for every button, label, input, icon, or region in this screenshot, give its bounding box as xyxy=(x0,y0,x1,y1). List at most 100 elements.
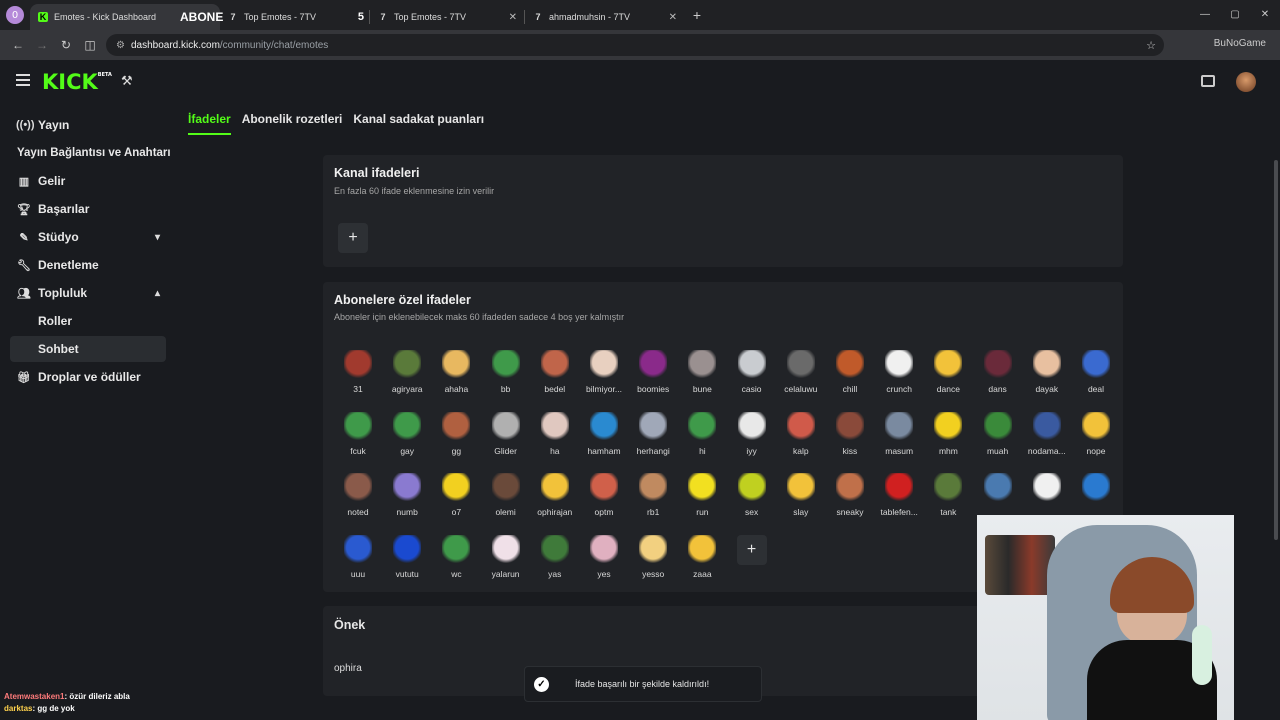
add-sub-emote-button[interactable]: + xyxy=(736,534,767,565)
emote-item[interactable]: fcuk xyxy=(338,411,378,468)
chevron-down-icon[interactable]: ▾ xyxy=(155,232,160,243)
emote-item[interactable]: crunch xyxy=(879,350,919,406)
emote-item[interactable]: masum xyxy=(879,411,919,468)
emote-item[interactable]: wc xyxy=(436,534,476,591)
emote-item[interactable]: optm xyxy=(584,473,624,529)
profile-avatar[interactable]: 0 xyxy=(6,6,24,24)
sidebar-item-yayin[interactable]: ((•)) Yayın xyxy=(10,112,166,138)
sidebar-item-denetleme[interactable]: 🔧︎ Denetleme xyxy=(10,252,166,278)
emote-item[interactable]: o7 xyxy=(436,473,476,529)
emote-item[interactable]: bedel xyxy=(535,350,575,406)
emote-item[interactable]: Glider xyxy=(486,411,526,468)
emote-item[interactable]: run xyxy=(682,473,722,529)
prefix-input[interactable]: ophira xyxy=(334,663,362,674)
maximize-icon[interactable]: ▢ xyxy=(1220,0,1250,30)
emote-item[interactable]: ophirajan xyxy=(535,473,575,529)
emote-item[interactable]: olemi xyxy=(486,473,526,529)
emote-item[interactable]: vututu xyxy=(387,534,427,591)
emote-item[interactable]: slay xyxy=(781,473,821,529)
tab-kanal-sadakat[interactable]: Kanal sadakat puanları xyxy=(353,112,484,135)
extension-label[interactable]: BuNoGame xyxy=(1214,38,1266,49)
emote-item[interactable]: chill xyxy=(830,350,870,406)
emote-item[interactable]: gay xyxy=(387,411,427,468)
emote-item[interactable]: bilmiyor... xyxy=(584,350,624,406)
close-icon[interactable]: ✕ xyxy=(669,12,677,23)
emote-item[interactable]: nope xyxy=(1076,411,1116,468)
forward-icon[interactable]: → xyxy=(30,38,54,52)
emote-item[interactable]: dance xyxy=(928,350,968,406)
tab-abonelik-rozetleri[interactable]: Abonelik rozetleri xyxy=(242,112,343,135)
bookmark-star-icon[interactable]: ☆ xyxy=(1146,39,1156,52)
emote-item[interactable]: agiryara xyxy=(387,350,427,406)
emote-item[interactable]: zaaa xyxy=(682,534,722,591)
emote-item[interactable]: yas xyxy=(535,534,575,591)
sidebar-item-basarilar[interactable]: 🏆︎ Başarılar xyxy=(10,196,166,222)
site-info-icon[interactable]: ⚙ xyxy=(116,40,125,51)
stream-preview-icon[interactable] xyxy=(1201,75,1215,87)
emote-item[interactable]: celaluwu xyxy=(781,350,821,406)
emote-item[interactable]: yesso xyxy=(633,534,673,591)
emote-item[interactable]: kalp xyxy=(781,411,821,468)
logo-text: KICK xyxy=(42,70,98,94)
emote-item[interactable]: iyy xyxy=(732,411,772,468)
reload-icon[interactable]: ↻ xyxy=(54,38,78,52)
emote-item[interactable]: yalarun xyxy=(486,534,526,591)
sidebar-item-droplar[interactable]: 🎁︎ Droplar ve ödüller xyxy=(10,364,166,390)
emote-item[interactable]: dayak xyxy=(1027,350,1067,406)
kick-logo[interactable]: KICKBETA xyxy=(42,70,112,94)
sidebar-item-topluluk[interactable]: 👥︎ Topluluk ▴ xyxy=(10,280,166,306)
emote-item[interactable]: bb xyxy=(486,350,526,406)
sidebar-toggle-icon[interactable]: ◫ xyxy=(78,38,102,52)
emote-item[interactable]: herhangi xyxy=(633,411,673,468)
emote-name: hi xyxy=(699,445,706,456)
emote-item[interactable]: kiss xyxy=(830,411,870,468)
sidebar-item-stream-key[interactable]: Yayın Bağlantısı ve Anahtarı xyxy=(10,140,180,166)
tab-7tv-2[interactable]: 7 Top Emotes - 7TV ✕ xyxy=(370,4,525,30)
emote-item[interactable]: 31 xyxy=(338,350,378,406)
emote-item[interactable]: gg xyxy=(436,411,476,468)
emote-item[interactable]: rb1 xyxy=(633,473,673,529)
emote-item[interactable]: casio xyxy=(732,350,772,406)
sidebar-item-studyo[interactable]: ✎ Stüdyo ▾ xyxy=(10,224,166,250)
emote-item[interactable]: hi xyxy=(682,411,722,468)
emote-item[interactable]: numb xyxy=(387,473,427,529)
chevron-up-icon[interactable]: ▴ xyxy=(155,288,160,299)
add-channel-emote-button[interactable]: + xyxy=(338,223,368,253)
emote-name: numb xyxy=(396,507,418,517)
emote-item[interactable]: tablefen... xyxy=(879,473,919,529)
emote-item[interactable]: sex xyxy=(732,473,772,529)
emote-item[interactable]: nodama... xyxy=(1027,411,1067,468)
emote-item[interactable]: tank xyxy=(928,473,968,529)
tab-ifadeler[interactable]: İfadeler xyxy=(188,112,231,135)
emote-item[interactable]: yes xyxy=(584,534,624,591)
close-icon[interactable]: ✕ xyxy=(509,12,517,23)
tab-7tv-3[interactable]: 7 ahmadmuhsin - 7TV ✕ xyxy=(525,4,685,30)
hammer-icon[interactable]: ⚒ xyxy=(121,73,133,89)
emote-item[interactable]: muah xyxy=(978,411,1018,468)
emote-item[interactable]: ha xyxy=(535,411,575,468)
tab-7tv-1[interactable]: 7 Top Emotes - 7TV ABONE 5 xyxy=(180,4,370,30)
sidebar-item-gelir[interactable]: ▥ Gelir xyxy=(10,168,166,194)
back-icon[interactable]: ← xyxy=(6,38,30,52)
page-scrollbar[interactable] xyxy=(1272,104,1280,720)
success-toast: ✓ İfade başarılı bir şekilde kaldırıldı! xyxy=(524,666,762,702)
emote-item[interactable]: boomies xyxy=(633,350,673,406)
sidebar-item-roller[interactable]: Roller xyxy=(10,308,166,334)
new-tab-button[interactable]: + xyxy=(685,7,709,23)
emote-item[interactable]: sneaky xyxy=(830,473,870,529)
emote-item[interactable]: noted xyxy=(338,473,378,529)
emote-item[interactable]: hamham xyxy=(584,411,624,468)
scrollbar-thumb[interactable] xyxy=(1274,160,1278,540)
user-avatar[interactable] xyxy=(1236,72,1256,92)
emote-item[interactable]: dans xyxy=(978,350,1018,406)
minimize-icon[interactable]: — xyxy=(1190,0,1220,30)
emote-item[interactable]: bune xyxy=(682,350,722,406)
emote-item[interactable]: mhm xyxy=(928,411,968,468)
emote-item[interactable]: ahaha xyxy=(436,350,476,406)
url-input[interactable]: ⚙ dashboard.kick.com/community/chat/emot… xyxy=(106,34,1164,56)
window-close-icon[interactable]: ✕ xyxy=(1250,0,1280,30)
menu-icon[interactable] xyxy=(16,74,30,86)
emote-item[interactable]: deal xyxy=(1076,350,1116,406)
sidebar-item-sohbet[interactable]: Sohbet xyxy=(10,336,166,362)
emote-item[interactable]: uuu xyxy=(338,534,378,591)
